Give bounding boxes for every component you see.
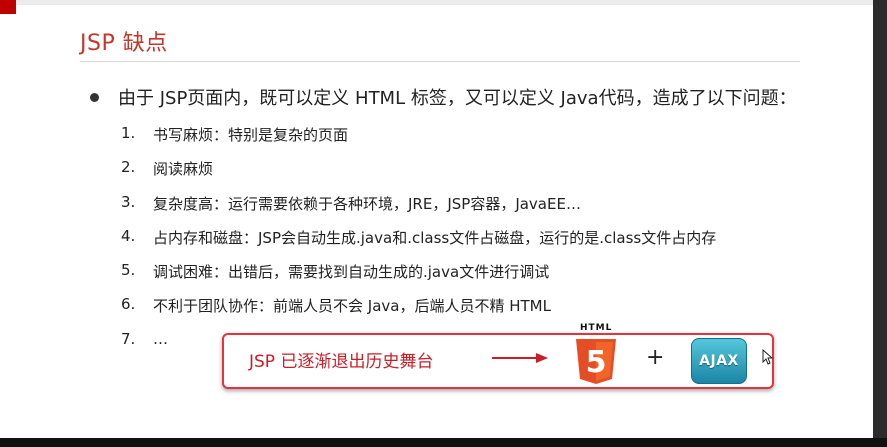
list-item-text: 调试困难：出错后，需要找到自动生成的.java文件进行调试: [153, 263, 550, 282]
window-bottom-edge: [0, 438, 887, 447]
list-item-number: 3.: [121, 192, 136, 211]
top-strip: [0, 0, 887, 5]
callout-text: JSP 已逐渐退出历史舞台: [249, 352, 434, 372]
html5-label: HTML: [580, 323, 613, 333]
title-divider: [80, 61, 800, 62]
slide-corner-accent: [0, 0, 16, 14]
lead-sentence: 由于 JSP页面内，既可以定义 HTML 标签，又可以定义 Java代码，造成了…: [118, 88, 797, 109]
list-item-number: 1.: [121, 124, 136, 142]
slide-title: JSP 缺点: [80, 31, 168, 56]
window-right-edge: [873, 0, 887, 447]
mouse-cursor-icon: [762, 349, 774, 365]
html5-digit: 5: [586, 345, 607, 380]
bullet-dot: [90, 93, 99, 102]
plus-sign: +: [646, 345, 665, 370]
list-item-text: …: [153, 329, 168, 348]
list-item-number: 5.: [121, 261, 136, 280]
list-item-text: 占内存和磁盘：JSP会自动生成.java和.class文件占磁盘，运行的是.cl…: [153, 228, 717, 247]
list-item-number: 7.: [121, 329, 136, 348]
html5-logo-icon: 5: [576, 339, 616, 384]
list-item-text: 阅读麻烦: [153, 160, 214, 179]
list-item-number: 2.: [121, 158, 136, 177]
list-item-number: 4.: [121, 226, 136, 245]
list-item-number: 6.: [121, 295, 136, 314]
list-item-text: 书写麻烦：特别是复杂的页面: [153, 126, 349, 144]
ajax-logo-icon: AJAX: [691, 338, 747, 384]
list-item-text: 复杂度高：运行需要依赖于各种环境，JRE，JSP容器，JavaEE…: [153, 194, 581, 213]
list-item-text: 不利于团队协作：前端人员不会 Java，后端人员不精 HTML: [153, 297, 551, 316]
callout-box: JSP 已逐渐退出历史舞台 HTML 5 + AJAX: [222, 323, 774, 389]
arrow-right-icon: [492, 353, 548, 363]
